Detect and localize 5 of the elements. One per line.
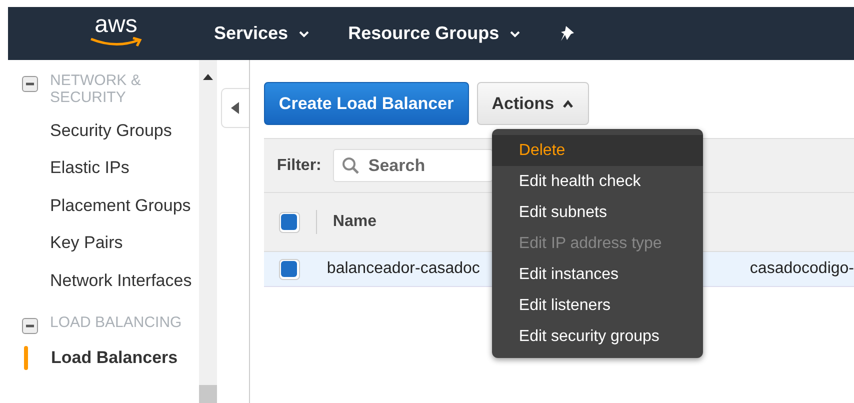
- group-title: LOAD BALANCING: [50, 314, 183, 330]
- table-cell: casadocodigo-: [750, 260, 854, 278]
- table-cell: balanceador-casadoc: [326, 260, 480, 278]
- filter-label: Filter:: [276, 156, 322, 174]
- group-title: NETWORK & SECURITY: [50, 72, 142, 106]
